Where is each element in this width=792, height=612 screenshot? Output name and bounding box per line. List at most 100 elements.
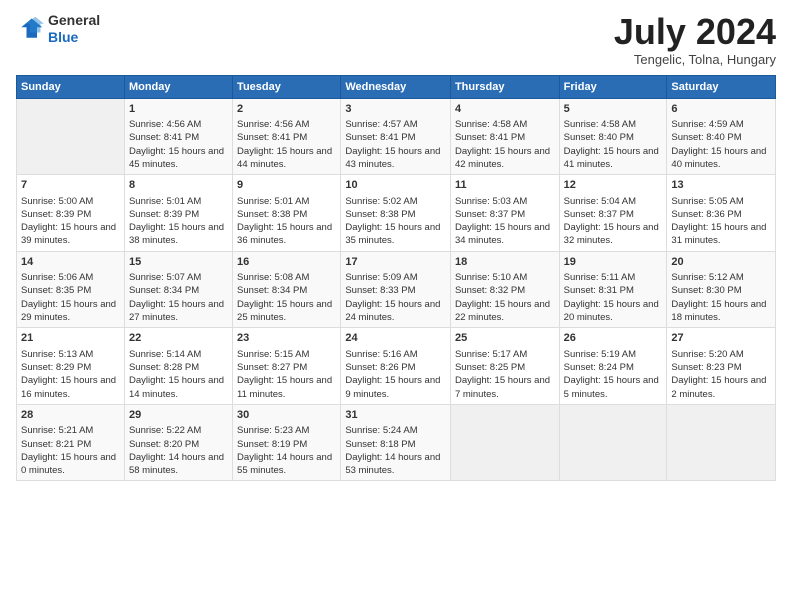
sunrise-text: Sunrise: 5:14 AM (129, 348, 228, 361)
day-cell: 22Sunrise: 5:14 AMSunset: 8:28 PMDayligh… (124, 328, 232, 405)
day-number: 3 (345, 102, 446, 117)
daylight-text: Daylight: 15 hours and 27 minutes. (129, 298, 228, 325)
column-header-thursday: Thursday (450, 75, 559, 98)
sunset-text: Sunset: 8:24 PM (564, 361, 663, 374)
day-number: 2 (237, 102, 336, 117)
day-number: 19 (564, 255, 663, 270)
week-row-1: 1Sunrise: 4:56 AMSunset: 8:41 PMDaylight… (17, 98, 776, 175)
calendar-table: SundayMondayTuesdayWednesdayThursdayFrid… (16, 75, 776, 482)
day-number: 7 (21, 178, 120, 193)
sunset-text: Sunset: 8:23 PM (671, 361, 771, 374)
day-cell: 26 Sunrise: 5:19 AMSunset: 8:24 PMDayligh… (559, 328, 667, 405)
sunset-text: Sunset: 8:30 PM (671, 284, 771, 297)
sunset-text: Sunset: 8:40 PM (671, 131, 771, 144)
daylight-text: Daylight: 15 hours and 43 minutes. (345, 145, 446, 172)
sunrise-text: Sunrise: 4:56 AM (237, 118, 336, 131)
daylight-text: Daylight: 15 hours and 5 minutes. (564, 374, 663, 401)
column-header-friday: Friday (559, 75, 667, 98)
sunrise-text: Sunrise: 5:17 AM (455, 348, 555, 361)
column-header-wednesday: Wednesday (341, 75, 451, 98)
daylight-text: Daylight: 15 hours and 35 minutes. (345, 221, 446, 248)
day-cell: 30Sunrise: 5:23 AMSunset: 8:19 PMDayligh… (233, 404, 341, 481)
sunset-text: Sunset: 8:37 PM (455, 208, 555, 221)
day-cell: 25Sunrise: 5:17 AMSunset: 8:25 PMDayligh… (450, 328, 559, 405)
day-cell: 14Sunrise: 5:06 AMSunset: 8:35 PMDayligh… (17, 251, 125, 328)
daylight-text: Daylight: 15 hours and 29 minutes. (21, 298, 120, 325)
location-subtitle: Tengelic, Tolna, Hungary (614, 52, 776, 67)
sunrise-text: Sunrise: 5:03 AM (455, 195, 555, 208)
sunset-text: Sunset: 8:41 PM (455, 131, 555, 144)
sunrise-text: Sunrise: 5:24 AM (345, 424, 446, 437)
daylight-text: Daylight: 15 hours and 24 minutes. (345, 298, 446, 325)
day-cell: 4Sunrise: 4:58 AMSunset: 8:41 PMDaylight… (450, 98, 559, 175)
day-cell: 31Sunrise: 5:24 AMSunset: 8:18 PMDayligh… (341, 404, 451, 481)
daylight-text: Daylight: 15 hours and 9 minutes. (345, 374, 446, 401)
day-cell: 12Sunrise: 5:04 AMSunset: 8:37 PMDayligh… (559, 175, 667, 252)
day-cell: 29Sunrise: 5:22 AMSunset: 8:20 PMDayligh… (124, 404, 232, 481)
week-row-2: 7Sunrise: 5:00 AMSunset: 8:39 PMDaylight… (17, 175, 776, 252)
daylight-text: Daylight: 15 hours and 31 minutes. (671, 221, 771, 248)
sunset-text: Sunset: 8:25 PM (455, 361, 555, 374)
day-cell (450, 404, 559, 481)
daylight-text: Daylight: 15 hours and 22 minutes. (455, 298, 555, 325)
day-number: 15 (129, 255, 228, 270)
day-number: 23 (237, 331, 336, 346)
sunrise-text: Sunrise: 5:01 AM (129, 195, 228, 208)
week-row-4: 21Sunrise: 5:13 AMSunset: 8:29 PMDayligh… (17, 328, 776, 405)
sunset-text: Sunset: 8:19 PM (237, 438, 336, 451)
day-cell: 20Sunrise: 5:12 AMSunset: 8:30 PMDayligh… (667, 251, 776, 328)
daylight-text: Daylight: 15 hours and 44 minutes. (237, 145, 336, 172)
day-cell: 10Sunrise: 5:02 AMSunset: 8:38 PMDayligh… (341, 175, 451, 252)
day-number: 26 (564, 331, 663, 346)
sunrise-text: Sunrise: 5:11 AM (564, 271, 663, 284)
daylight-text: Daylight: 15 hours and 7 minutes. (455, 374, 555, 401)
day-number: 20 (671, 255, 771, 270)
day-cell: 1Sunrise: 4:56 AMSunset: 8:41 PMDaylight… (124, 98, 232, 175)
day-cell: 3Sunrise: 4:57 AMSunset: 8:41 PMDaylight… (341, 98, 451, 175)
daylight-text: Daylight: 15 hours and 32 minutes. (564, 221, 663, 248)
daylight-text: Daylight: 15 hours and 41 minutes. (564, 145, 663, 172)
sunrise-text: Sunrise: 4:58 AM (564, 118, 663, 131)
daylight-text: Daylight: 15 hours and 25 minutes. (237, 298, 336, 325)
sunset-text: Sunset: 8:37 PM (564, 208, 663, 221)
sunrise-text: Sunrise: 5:08 AM (237, 271, 336, 284)
sunset-text: Sunset: 8:32 PM (455, 284, 555, 297)
sunrise-text: Sunrise: 5:02 AM (345, 195, 446, 208)
sunset-text: Sunset: 8:21 PM (21, 438, 120, 451)
day-number: 17 (345, 255, 446, 270)
day-number: 31 (345, 408, 446, 423)
sunrise-text: Sunrise: 5:15 AM (237, 348, 336, 361)
sunset-text: Sunset: 8:29 PM (21, 361, 120, 374)
day-cell: 13Sunrise: 5:05 AMSunset: 8:36 PMDayligh… (667, 175, 776, 252)
daylight-text: Daylight: 15 hours and 16 minutes. (21, 374, 120, 401)
day-number: 21 (21, 331, 120, 346)
day-cell: 17Sunrise: 5:09 AMSunset: 8:33 PMDayligh… (341, 251, 451, 328)
day-number: 18 (455, 255, 555, 270)
sunset-text: Sunset: 8:35 PM (21, 284, 120, 297)
day-cell: 15Sunrise: 5:07 AMSunset: 8:34 PMDayligh… (124, 251, 232, 328)
sunrise-text: Sunrise: 4:56 AM (129, 118, 228, 131)
month-title: July 2024 (614, 12, 776, 52)
logo-text: GeneralBlue (48, 12, 100, 46)
column-header-monday: Monday (124, 75, 232, 98)
day-cell: 24Sunrise: 5:16 AMSunset: 8:26 PMDayligh… (341, 328, 451, 405)
sunrise-text: Sunrise: 5:19 AM (564, 348, 663, 361)
day-number: 9 (237, 178, 336, 193)
sunrise-text: Sunrise: 5:09 AM (345, 271, 446, 284)
day-number: 4 (455, 102, 555, 117)
sunset-text: Sunset: 8:26 PM (345, 361, 446, 374)
sunrise-text: Sunrise: 5:10 AM (455, 271, 555, 284)
day-cell (17, 98, 125, 175)
sunset-text: Sunset: 8:34 PM (129, 284, 228, 297)
day-cell: 18Sunrise: 5:10 AMSunset: 8:32 PMDayligh… (450, 251, 559, 328)
daylight-text: Daylight: 15 hours and 14 minutes. (129, 374, 228, 401)
day-number: 12 (564, 178, 663, 193)
daylight-text: Daylight: 15 hours and 20 minutes. (564, 298, 663, 325)
daylight-text: Daylight: 15 hours and 39 minutes. (21, 221, 120, 248)
sunrise-text: Sunrise: 5:16 AM (345, 348, 446, 361)
day-number: 5 (564, 102, 663, 117)
sunrise-text: Sunrise: 5:20 AM (671, 348, 771, 361)
sunset-text: Sunset: 8:18 PM (345, 438, 446, 451)
day-cell: 16Sunrise: 5:08 AMSunset: 8:34 PMDayligh… (233, 251, 341, 328)
day-cell: 5Sunrise: 4:58 AMSunset: 8:40 PMDaylight… (559, 98, 667, 175)
